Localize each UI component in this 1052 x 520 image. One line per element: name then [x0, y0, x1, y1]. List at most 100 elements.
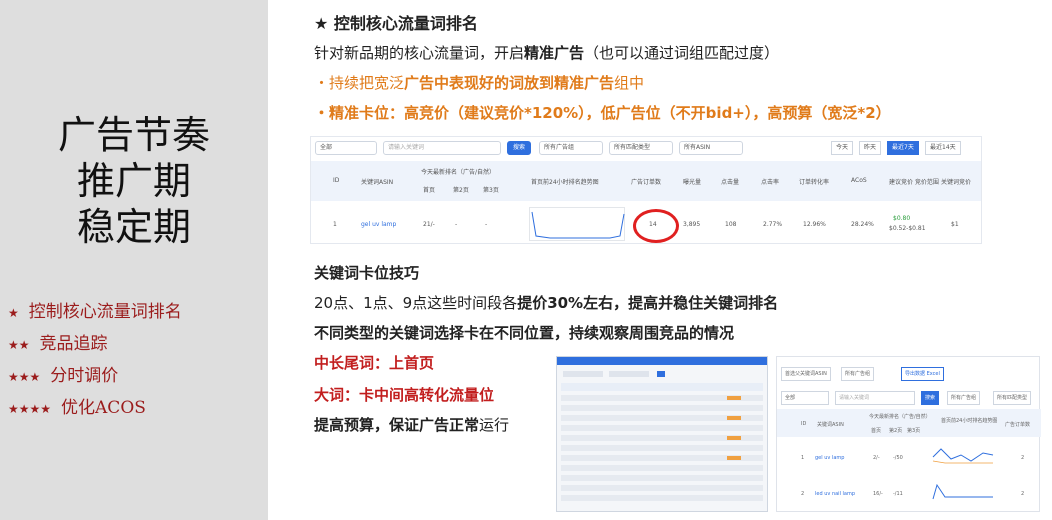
- tab-parent-asin[interactable]: 首选父关键词ASIN: [781, 367, 831, 381]
- filter-all[interactable]: 全部: [781, 391, 829, 405]
- th-page3: 第3页: [907, 428, 921, 434]
- right-panel: ★ 控制核心流量词排名 针对新品期的核心流量词，开启精准广告（也可以通过词组匹配…: [300, 0, 1052, 520]
- star-icon: ★★: [8, 338, 30, 352]
- filter-adgroup[interactable]: 所有广告组: [539, 141, 603, 155]
- filter-all[interactable]: 全部: [315, 141, 377, 155]
- th-page2: 第2页: [889, 428, 903, 434]
- step-label: 分时调价: [50, 366, 119, 386]
- step-label: 竞品追踪: [39, 334, 108, 354]
- td-orders: 2: [1021, 455, 1025, 461]
- th-keyword: 关键词ASIN: [817, 422, 844, 428]
- td-ctr: 2.77%: [763, 221, 783, 228]
- th-page1: 首页: [871, 428, 882, 434]
- th-bid: 建议竞价 竞价范围: [889, 179, 939, 186]
- td-p3: -: [485, 221, 488, 228]
- intro-line: 针对新品期的核心流量词，开启精准广告（也可以通过词组匹配过度）: [314, 42, 779, 63]
- th-orders: 广告订单数: [1005, 422, 1031, 428]
- star-icon: ★★★: [8, 370, 41, 384]
- text-span: 组中: [614, 74, 645, 92]
- trend-line-svg: [531, 211, 625, 239]
- th-trend: 首页前24小时排名趋势图: [941, 418, 998, 424]
- th-clicks: 点击量: [721, 179, 740, 186]
- text-span: （也可以通过词组匹配过度）: [584, 44, 780, 62]
- tip-line: 20点、1点、9点这些时间段各提价30%左右，提高并稳住关键词排名: [314, 292, 778, 313]
- text-span-bold: 精准广告: [524, 44, 585, 62]
- th-keyword: 关键词ASIN: [361, 179, 394, 186]
- table-rows-svg: [561, 371, 763, 501]
- td-keyword[interactable]: gel uv lamp: [815, 455, 844, 461]
- td-orders: 2: [1021, 491, 1025, 497]
- filter-adgroup[interactable]: 所有广告组: [947, 391, 981, 405]
- search-button[interactable]: 搜索: [507, 141, 532, 155]
- td-acos: 28.24%: [851, 221, 874, 228]
- td-clicks: 108: [725, 221, 737, 228]
- search-input[interactable]: 请输入关键词: [835, 391, 915, 405]
- filter-asin[interactable]: 所有ASIN: [679, 141, 743, 155]
- filter-match[interactable]: 所有匹配类型: [609, 141, 673, 155]
- tip-line: 不同类型的关键词选择卡在不同位置，持续观察周围竞品的情况: [314, 322, 734, 343]
- export-excel-button[interactable]: 导出数据 Excel: [901, 367, 944, 381]
- text-span: 运行: [479, 416, 510, 434]
- keyword-table-zoom: 首选父关键词ASIN 所有广告组 导出数据 Excel 全部 请输入关键词 搜索…: [776, 356, 1041, 512]
- date-7d[interactable]: 最近7天: [887, 141, 919, 155]
- step-list: ★ 控制核心流量词排名 ★★ 竞品追踪 ★★★ 分时调价 ★★★★ 优化ACOS: [8, 296, 182, 424]
- bullet-line: ・精准卡位：高竞价（建议竞价*120%），低广告位（不开bid+），高预算（宽泛…: [314, 104, 891, 122]
- app-screenshot-thumbnail: [556, 356, 768, 512]
- th-orders: 广告订单数: [631, 179, 662, 186]
- search-input[interactable]: 请输入关键词: [383, 141, 501, 155]
- td-kwbid: $1: [951, 221, 959, 228]
- text-span-bold: 不同类型的: [314, 324, 390, 342]
- tips-title: 关键词卡位技巧: [314, 264, 420, 282]
- th-kwbid: 关键词竞价: [941, 179, 972, 186]
- td-p2: -/11: [893, 491, 903, 497]
- td-range: $0.52-$0.81: [889, 225, 926, 232]
- highlight-circle: [633, 209, 679, 243]
- th-rank: 今天最新排名（广告/自然）: [421, 169, 496, 176]
- text-span-bold: 广告中表现好的词放到精准广告: [404, 74, 615, 92]
- search-button[interactable]: 搜索: [921, 391, 940, 405]
- td-p2: -/50: [893, 455, 903, 461]
- section-heading: ★ 控制核心流量词排名: [314, 14, 478, 33]
- text-span-bold: 提高预算，保证广告正常: [314, 416, 480, 434]
- keyword-table-screenshot: 全部 请输入关键词 搜索 所有广告组 所有匹配类型 所有ASIN 今天 昨天 最…: [310, 136, 982, 244]
- td-keyword[interactable]: led uv nail lamp: [815, 491, 855, 497]
- td-p2: -: [455, 221, 458, 228]
- td-rank: 21/-: [423, 221, 435, 228]
- td-id: 1: [333, 221, 337, 228]
- left-panel: 广告节奏 推广期 稳定期 ★ 控制核心流量词排名 ★★ 竞品追踪 ★★★ 分时调价 ★…: [0, 0, 268, 520]
- trend-chart: [529, 207, 625, 241]
- text-span: 20点、1点、9点这些时间段各: [314, 294, 518, 312]
- th-page3: 第3页: [483, 187, 499, 194]
- td-cvr: 12.96%: [803, 221, 826, 228]
- title-line: 推广期: [76, 159, 191, 203]
- tip-line: 提高预算，保证广告正常运行: [314, 414, 509, 435]
- step-label: 控制核心流量词排名: [28, 302, 182, 322]
- app-titlebar: [557, 357, 767, 365]
- th-page2: 第2页: [453, 187, 469, 194]
- step-item: ★ 控制核心流量词排名: [8, 296, 182, 328]
- text-span: 针对新品期的核心流量词，开启: [314, 44, 525, 62]
- td-rank: 16/-: [873, 491, 883, 497]
- th-id: ID: [801, 421, 807, 427]
- tip-line: 中长尾词：上首页: [314, 354, 435, 372]
- th-impressions: 曝光量: [683, 179, 702, 186]
- th-cvr: 订单转化率: [799, 179, 830, 186]
- date-today[interactable]: 今天: [831, 141, 854, 155]
- step-label: 优化ACOS: [61, 398, 146, 418]
- text-span-bold: 关键词选择卡在不同位置，持续观察周围竞品的情况: [389, 324, 735, 342]
- th-rank: 今天最新排名（广告/自然）: [869, 414, 931, 420]
- table-header: ID 关键词ASIN 今天最新排名（广告/自然） 首页 第2页 第3页 首页前2…: [311, 161, 981, 201]
- step-item: ★★★★ 优化ACOS: [8, 392, 182, 424]
- td-id: 2: [801, 491, 805, 497]
- date-14d[interactable]: 最近14天: [925, 141, 961, 155]
- title-line: 广告节奏: [57, 113, 210, 157]
- th-id: ID: [333, 177, 340, 184]
- star-icon: ★: [8, 306, 19, 320]
- trend-chart: [932, 448, 994, 464]
- th-acos: ACoS: [851, 177, 867, 184]
- td-keyword[interactable]: gel uv lamp: [361, 221, 396, 228]
- filter-match[interactable]: 所有匹配类型: [993, 391, 1032, 405]
- date-yesterday[interactable]: 昨天: [859, 141, 882, 155]
- star-icon: ★★★★: [8, 402, 52, 416]
- tab-adgroup[interactable]: 所有广告组: [841, 367, 875, 381]
